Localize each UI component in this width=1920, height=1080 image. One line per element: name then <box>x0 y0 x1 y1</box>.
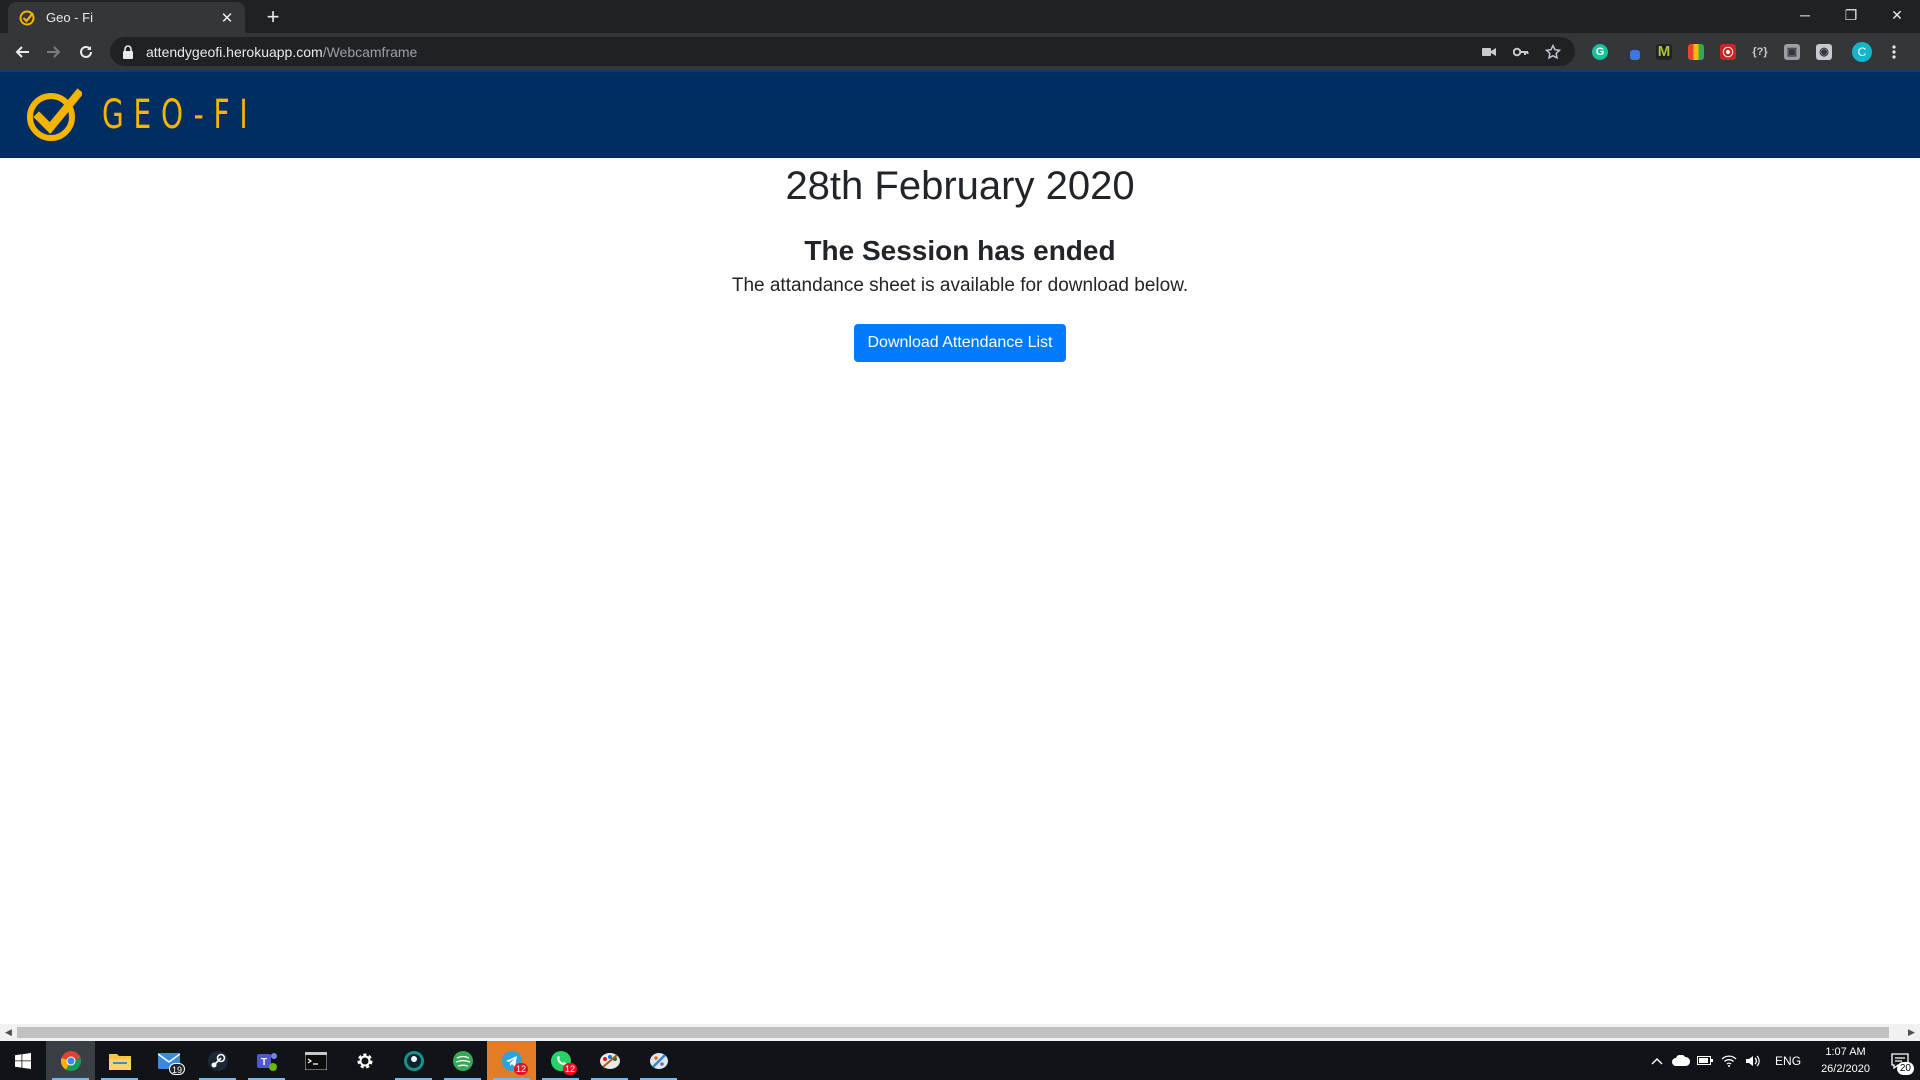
back-button[interactable] <box>6 36 38 68</box>
taskbar-green-app[interactable] <box>438 1041 487 1080</box>
scrollbar-thumb[interactable] <box>17 1027 1889 1038</box>
taskbar-teams[interactable]: T <box>242 1041 291 1080</box>
forward-button[interactable] <box>38 36 70 68</box>
camera-in-use-icon[interactable] <box>1473 37 1505 66</box>
restore-button[interactable]: ❐ <box>1828 0 1874 30</box>
clock-time: 1:07 AM <box>1825 1045 1866 1058</box>
scroll-right-arrow-icon[interactable]: ▶ <box>1903 1024 1920 1041</box>
paint-palette-icon <box>599 1052 620 1069</box>
whatsapp-badge: 12 <box>562 1063 577 1075</box>
download-attendance-button[interactable]: Download Attendance List <box>854 324 1066 362</box>
checkmark-logo-icon <box>27 88 82 141</box>
taskbar-whatsapp[interactable]: 12 <box>536 1041 585 1080</box>
ublock-extension-icon[interactable]: ⦿ <box>1712 36 1744 68</box>
json-extension-icon[interactable]: {?} <box>1744 36 1776 68</box>
taskbar-settings[interactable] <box>340 1041 389 1080</box>
minimize-button[interactable]: ─ <box>1782 0 1828 30</box>
profile-avatar-icon[interactable]: C <box>1846 36 1878 68</box>
password-key-icon[interactable] <box>1505 37 1537 66</box>
tab-title: Geo - Fi <box>46 10 93 25</box>
clock[interactable]: 1:07 AM 26/2/2020 <box>1811 1044 1880 1078</box>
download-instructions: The attandance sheet is available for do… <box>731 275 1189 296</box>
battery-icon[interactable] <box>1693 1041 1717 1080</box>
taskbar-mail[interactable]: 19 <box>144 1041 193 1080</box>
paint-brush-icon <box>649 1052 668 1069</box>
windows-logo-icon <box>15 1052 31 1069</box>
chrome-icon <box>60 1050 81 1071</box>
browser-menu-icon[interactable] <box>1878 36 1910 68</box>
taskbar-terminal[interactable] <box>291 1041 340 1080</box>
taskbar-paint-3d[interactable] <box>634 1041 683 1080</box>
close-window-button[interactable]: ✕ <box>1874 0 1920 30</box>
start-button[interactable] <box>0 1041 46 1080</box>
taskbar-gitkraken[interactable] <box>389 1041 438 1080</box>
system-tray: ENG 1:07 AM 26/2/2020 20 <box>1645 1041 1920 1080</box>
action-center-button[interactable]: 20 <box>1880 1041 1920 1080</box>
steam-icon <box>207 1050 228 1071</box>
geofi-favicon-icon <box>18 9 36 27</box>
reload-button[interactable] <box>70 36 102 68</box>
back-arrow-icon <box>15 45 29 58</box>
green-globe-icon <box>452 1050 473 1071</box>
volume-icon[interactable] <box>1741 1041 1765 1080</box>
notification-count-badge: 20 <box>1896 1062 1914 1075</box>
folder-icon <box>108 1053 131 1070</box>
teams-icon: T <box>256 1052 277 1071</box>
window-controls: ─ ❐ ✕ <box>1782 0 1920 30</box>
grammarly-extension-icon[interactable]: G <box>1584 36 1616 68</box>
dropper-extension-icon[interactable] <box>1616 36 1648 68</box>
taskbar-file-explorer[interactable] <box>95 1041 144 1080</box>
address-bar[interactable]: attendygeofi.herokuapp.com/Webcamframe <box>110 37 1575 66</box>
taskbar-paint[interactable] <box>585 1041 634 1080</box>
url-text: attendygeofi.herokuapp.com/Webcamframe <box>146 44 417 60</box>
screenshot-extension-icon[interactable]: ◉ <box>1808 36 1840 68</box>
language-indicator[interactable]: ENG <box>1765 1054 1811 1068</box>
clock-date: 26/2/2020 <box>1821 1062 1870 1075</box>
m-extension-icon[interactable]: M <box>1648 36 1680 68</box>
session-date-heading: 28th February 2020 <box>785 164 1135 208</box>
lock-icon <box>122 44 136 59</box>
windows-taskbar: 19 T 12 12 ENG 1:07 AM 26/2/2020 20 <box>0 1041 1920 1080</box>
svg-text:T: T <box>260 1057 266 1068</box>
taskbar-steam[interactable] <box>193 1041 242 1080</box>
tab-close-icon[interactable]: ✕ <box>219 9 235 27</box>
forward-arrow-icon <box>47 45 61 58</box>
horizontal-scrollbar[interactable]: ◀ ▶ <box>0 1024 1920 1041</box>
url-path: /Webcamframe <box>322 43 418 60</box>
gear-icon <box>357 1053 372 1068</box>
logo-text: GEO-FI <box>102 92 258 138</box>
extensions-area: G M ⦿ {?} ▣ ◉ C <box>1584 35 1910 68</box>
new-tab-button[interactable]: + <box>260 4 286 30</box>
onedrive-cloud-icon[interactable] <box>1669 1041 1693 1080</box>
main-content: 28th February 2020 The Session has ended… <box>0 158 1920 1024</box>
color-palette-extension-icon[interactable] <box>1680 36 1712 68</box>
mail-badge: 19 <box>168 1063 185 1075</box>
tray-chevron-up-icon[interactable] <box>1645 1041 1669 1080</box>
terminal-icon <box>304 1051 327 1070</box>
omnibox-icons <box>1473 37 1569 66</box>
gitkraken-icon <box>403 1050 424 1071</box>
browser-toolbar: attendygeofi.herokuapp.com/Webcamframe G… <box>0 33 1920 70</box>
taskbar-chrome[interactable] <box>46 1041 95 1080</box>
reader-extension-icon[interactable]: ▣ <box>1776 36 1808 68</box>
bookmark-star-icon[interactable] <box>1537 37 1569 66</box>
scroll-left-arrow-icon[interactable]: ◀ <box>0 1024 17 1041</box>
browser-tabstrip: Geo - Fi ✕ + ─ ❐ ✕ <box>0 0 1920 33</box>
telegram-badge: 12 <box>513 1063 528 1075</box>
taskbar-telegram[interactable]: 12 <box>487 1041 536 1080</box>
reload-icon <box>80 45 92 58</box>
url-host: attendygeofi.herokuapp.com <box>146 43 323 60</box>
wifi-icon[interactable] <box>1717 1041 1741 1080</box>
session-status-heading: The Session has ended <box>804 235 1116 266</box>
browser-tab[interactable]: Geo - Fi ✕ <box>8 2 245 33</box>
site-logo[interactable]: GEO-FI <box>26 88 324 142</box>
site-header: GEO-FI <box>0 70 1920 158</box>
